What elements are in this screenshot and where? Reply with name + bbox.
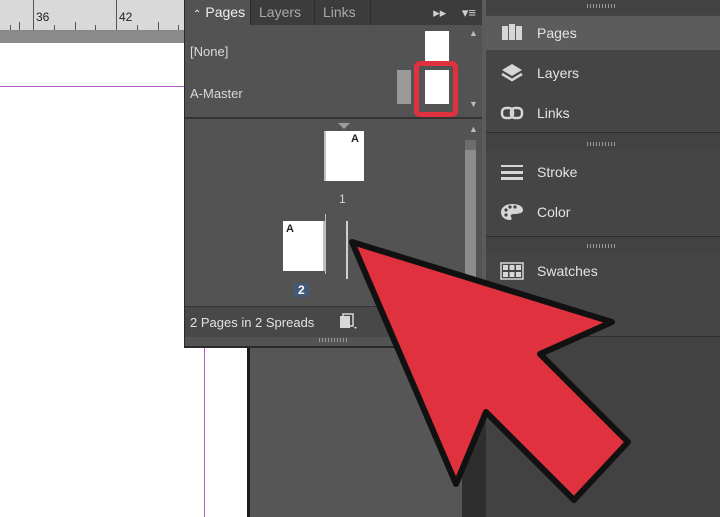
master-a-left-thumbnail[interactable] bbox=[397, 70, 411, 104]
dock-item-swatches[interactable]: Swatches bbox=[486, 254, 720, 288]
dock-item-label: Pages bbox=[537, 25, 577, 41]
page-2-thumbnail[interactable]: A bbox=[283, 221, 325, 271]
swatches-icon bbox=[500, 262, 524, 280]
highlight-box bbox=[414, 61, 458, 117]
dock-group-stroke: Stroke Color bbox=[486, 150, 720, 237]
dock-item-label: Stroke bbox=[537, 164, 578, 180]
page-2-number: 2 bbox=[294, 283, 309, 297]
dock-group-swatches: Swatches bbox=[486, 252, 720, 337]
edit-page-size-icon[interactable] bbox=[337, 313, 359, 331]
panel-footer: 2 Pages in 2 Spreads bbox=[185, 306, 482, 337]
dock-group-pages: Pages Layers Links bbox=[486, 12, 720, 133]
layers-icon bbox=[501, 64, 523, 82]
masters-scroll-down-icon[interactable]: ▼ bbox=[469, 99, 478, 109]
tab-label: Links bbox=[323, 4, 356, 20]
page-1-thumbnail[interactable]: A bbox=[324, 131, 364, 181]
spread-divider bbox=[325, 214, 326, 274]
dock-item-layers[interactable]: Layers bbox=[486, 56, 720, 90]
dock-item-links[interactable]: Links bbox=[486, 96, 720, 130]
links-icon bbox=[500, 106, 524, 120]
ruler-mark: 42 bbox=[119, 10, 133, 24]
panel-menu-icon[interactable]: ▾≡ bbox=[462, 5, 476, 20]
panel-tab-bar: ⌃ Pages Layers Links ▸▸ ▾≡ bbox=[185, 0, 482, 25]
masters-scroll-up-icon[interactable]: ▲ bbox=[469, 28, 478, 38]
dock-item-label: Color bbox=[537, 204, 571, 220]
pages-scrollbar-thumb[interactable] bbox=[465, 150, 476, 280]
dock-group-grip[interactable] bbox=[587, 142, 617, 146]
tab-label: Pages bbox=[205, 4, 246, 20]
panel-gutter bbox=[462, 346, 486, 517]
page-master-prefix: A bbox=[351, 133, 359, 145]
color-palette-icon bbox=[501, 204, 523, 220]
panel-resize-grip[interactable] bbox=[319, 338, 349, 342]
page-master-prefix: A bbox=[286, 223, 294, 235]
tab-collapse-icon: ⌃ bbox=[193, 9, 202, 20]
dock-item-pages[interactable]: Pages bbox=[486, 16, 720, 50]
pasteboard bbox=[250, 346, 462, 517]
tab-pages[interactable]: ⌃ Pages bbox=[185, 0, 251, 25]
master-none-label[interactable]: [None] bbox=[190, 44, 228, 59]
spread-indicator-icon bbox=[338, 123, 350, 129]
horizontal-ruler[interactable]: 36 42 bbox=[0, 0, 184, 31]
tab-label: Layers bbox=[259, 4, 302, 20]
dock-item-label: Links bbox=[537, 105, 570, 121]
tab-layers[interactable]: Layers bbox=[251, 0, 315, 25]
collapse-to-icons-button[interactable]: ▸▸ bbox=[433, 5, 446, 20]
ruler-mark: 36 bbox=[36, 10, 50, 24]
tab-links[interactable]: Links bbox=[315, 0, 371, 25]
dock-group-grip[interactable] bbox=[587, 4, 617, 8]
stroke-icon bbox=[501, 165, 523, 180]
page-2-spine bbox=[346, 221, 348, 279]
dock-item-label: Swatches bbox=[537, 263, 598, 279]
pasteboard-strip bbox=[0, 31, 184, 43]
pages-panel: ⌃ Pages Layers Links ▸▸ ▾≡ [None] A-Maste… bbox=[184, 0, 482, 348]
margin-guide-horizontal bbox=[0, 86, 184, 87]
margin-guide-vertical bbox=[204, 346, 205, 517]
pages-scroll-up-icon[interactable]: ▲ bbox=[469, 124, 478, 134]
master-none-thumbnail[interactable] bbox=[425, 31, 449, 61]
dock-group-grip[interactable] bbox=[587, 244, 617, 248]
master-a-label[interactable]: A-Master bbox=[190, 86, 243, 101]
page-1-number: 1 bbox=[339, 192, 346, 206]
panel-dock: Pages Layers Links Stroke Color Swatches bbox=[486, 0, 720, 517]
dock-item-stroke[interactable]: Stroke bbox=[486, 155, 720, 189]
dock-item-label: Layers bbox=[537, 65, 580, 81]
page-count-status: 2 Pages in 2 Spreads bbox=[190, 315, 315, 330]
pages-area: A 1 A 2 bbox=[185, 119, 482, 304]
pages-icon bbox=[502, 24, 522, 40]
dock-item-color[interactable]: Color bbox=[486, 195, 720, 229]
